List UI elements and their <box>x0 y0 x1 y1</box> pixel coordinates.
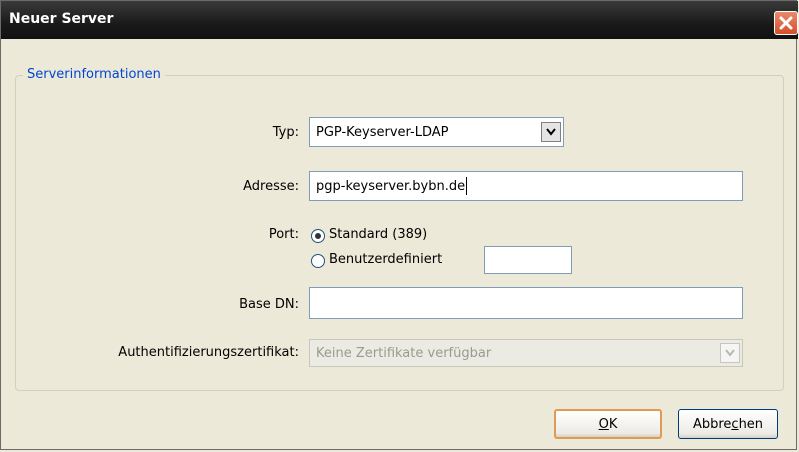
chevron-down-icon <box>546 128 556 136</box>
cancel-mnemonic: c <box>731 416 739 432</box>
port-standard-label[interactable]: Standard (389) <box>329 227 427 242</box>
ok-mnemonic: O <box>598 416 609 432</box>
radio-selected-dot <box>315 233 321 239</box>
port-custom-radio[interactable] <box>311 254 325 268</box>
basedn-input[interactable] <box>309 287 743 319</box>
cert-select-value: Keine Zertifikate verfügbar <box>316 345 492 361</box>
type-select-value: PGP-Keyserver-LDAP <box>316 124 449 140</box>
type-dropdown-button[interactable] <box>541 122 561 142</box>
cert-select[interactable]: Keine Zertifikate verfügbar <box>309 339 743 367</box>
cert-dropdown-button[interactable] <box>720 343 740 363</box>
port-custom-label[interactable]: Benutzerdefiniert <box>329 252 442 267</box>
address-input[interactable]: pgp-keyserver.bybn.de <box>309 171 743 201</box>
title-bar[interactable]: Neuer Server <box>1 1 798 39</box>
cancel-label-prefix: Abbre <box>692 416 732 432</box>
text-caret <box>466 177 468 195</box>
chevron-down-icon <box>725 349 735 357</box>
dialog-window: Neuer Server Serverinformationen Typ: PG… <box>0 0 798 450</box>
group-legend: Serverinformationen <box>23 67 165 82</box>
ok-button[interactable]: OK <box>554 409 662 439</box>
dialog-title: Neuer Server <box>9 11 114 27</box>
cancel-button[interactable]: Abbre c hen <box>678 409 778 439</box>
type-select[interactable]: PGP-Keyserver-LDAP <box>309 117 564 147</box>
cancel-label-suffix: hen <box>738 416 764 432</box>
address-input-value: pgp-keyserver.bybn.de <box>316 178 466 194</box>
ok-label-rest: K <box>608 416 618 432</box>
port-standard-radio[interactable] <box>311 229 325 243</box>
type-label: Typ: <box>272 125 299 140</box>
cert-label: Authentifizierungszertifikat: <box>118 345 299 360</box>
close-button[interactable] <box>774 11 798 35</box>
port-custom-input[interactable] <box>484 246 572 274</box>
basedn-label: Base DN: <box>239 297 299 312</box>
address-label: Adresse: <box>243 179 299 194</box>
close-x-icon <box>779 16 793 30</box>
port-label: Port: <box>268 227 299 242</box>
